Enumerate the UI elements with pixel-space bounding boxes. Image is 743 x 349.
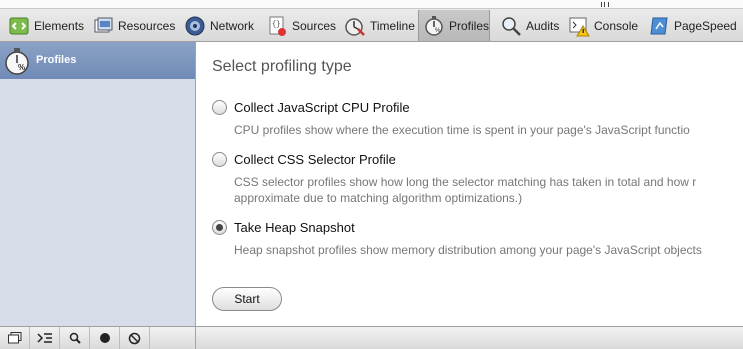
- svg-text:%: %: [435, 28, 441, 34]
- search-button[interactable]: [60, 327, 90, 349]
- sidebar-item-profiles[interactable]: % Profiles: [0, 42, 195, 79]
- option-label[interactable]: Collect JavaScript CPU Profile: [234, 100, 410, 115]
- panel-toolbar: Elements Resources Network {} Sources Ti…: [0, 0, 743, 42]
- page-title: Select profiling type: [212, 58, 352, 75]
- window-top-strip: [0, 0, 743, 9]
- audits-icon: [502, 16, 521, 36]
- tab-elements[interactable]: Elements: [4, 10, 88, 41]
- profiles-sidebar: % Profiles: [0, 42, 196, 326]
- radio-heap-snapshot[interactable]: [212, 220, 227, 235]
- option-description: CPU profiles show where the execution ti…: [234, 123, 690, 137]
- tab-label: Network: [210, 18, 255, 33]
- console-toggle-icon: [36, 333, 52, 343]
- tab-console[interactable]: Console: [564, 10, 642, 41]
- tab-profiles[interactable]: % Profiles: [418, 10, 490, 41]
- timeline-icon: [345, 17, 365, 36]
- start-button[interactable]: Start: [212, 287, 282, 311]
- option-label[interactable]: Collect CSS Selector Profile: [234, 152, 396, 167]
- tab-label: Profiles: [449, 18, 490, 33]
- radio-css-selector-profile[interactable]: [212, 152, 227, 167]
- stopwatch-icon: %: [5, 48, 29, 75]
- option-description: Heap snapshot profiles show memory distr…: [234, 243, 702, 257]
- clear-icon: [128, 332, 141, 344]
- tab-resources[interactable]: Resources: [88, 10, 179, 41]
- tab-label: Audits: [526, 18, 560, 33]
- console-icon: [569, 17, 590, 36]
- tab-label: Elements: [34, 18, 85, 33]
- record-button[interactable]: [90, 327, 120, 349]
- profiles-icon: %: [425, 15, 443, 36]
- pagespeed-icon: [650, 17, 668, 34]
- tab-pagespeed[interactable]: PageSpeed: [644, 10, 741, 41]
- profile-launcher: Select profiling type Collect JavaScript…: [196, 42, 743, 326]
- tab-audits[interactable]: Audits: [496, 10, 563, 41]
- clear-button[interactable]: [120, 327, 150, 349]
- dock-button[interactable]: [0, 327, 30, 349]
- option-label[interactable]: Take Heap Snapshot: [234, 220, 355, 235]
- resize-grip-icon[interactable]: [601, 2, 609, 7]
- tab-label: Sources: [292, 18, 337, 33]
- radio-js-cpu-profile[interactable]: [212, 100, 227, 115]
- tab-sources[interactable]: {} Sources: [262, 10, 340, 41]
- sidebar-item-label: Profiles: [36, 54, 77, 66]
- svg-text:{}: {}: [272, 21, 280, 29]
- option-description-line2: approximate due to matching algorithm op…: [234, 191, 523, 205]
- resources-icon: [94, 17, 113, 32]
- console-toggle-button[interactable]: [30, 327, 60, 349]
- elements-icon: [9, 17, 29, 34]
- dock-icon: [7, 332, 21, 344]
- tab-label: PageSpeed: [674, 18, 737, 33]
- sources-icon: {}: [269, 16, 286, 36]
- record-icon: [99, 333, 110, 343]
- tab-label: Resources: [118, 18, 176, 33]
- status-bar: [0, 326, 743, 349]
- tab-network[interactable]: Network: [180, 10, 258, 41]
- option-description: CSS selector profiles show how long the …: [234, 175, 697, 189]
- search-icon: [69, 332, 81, 344]
- statusbar-divider: [195, 327, 196, 349]
- tab-label: Timeline: [370, 18, 415, 33]
- tab-timeline[interactable]: Timeline: [340, 10, 419, 41]
- svg-text:%: %: [18, 63, 25, 72]
- tab-label: Console: [594, 18, 639, 33]
- network-icon: [185, 16, 205, 35]
